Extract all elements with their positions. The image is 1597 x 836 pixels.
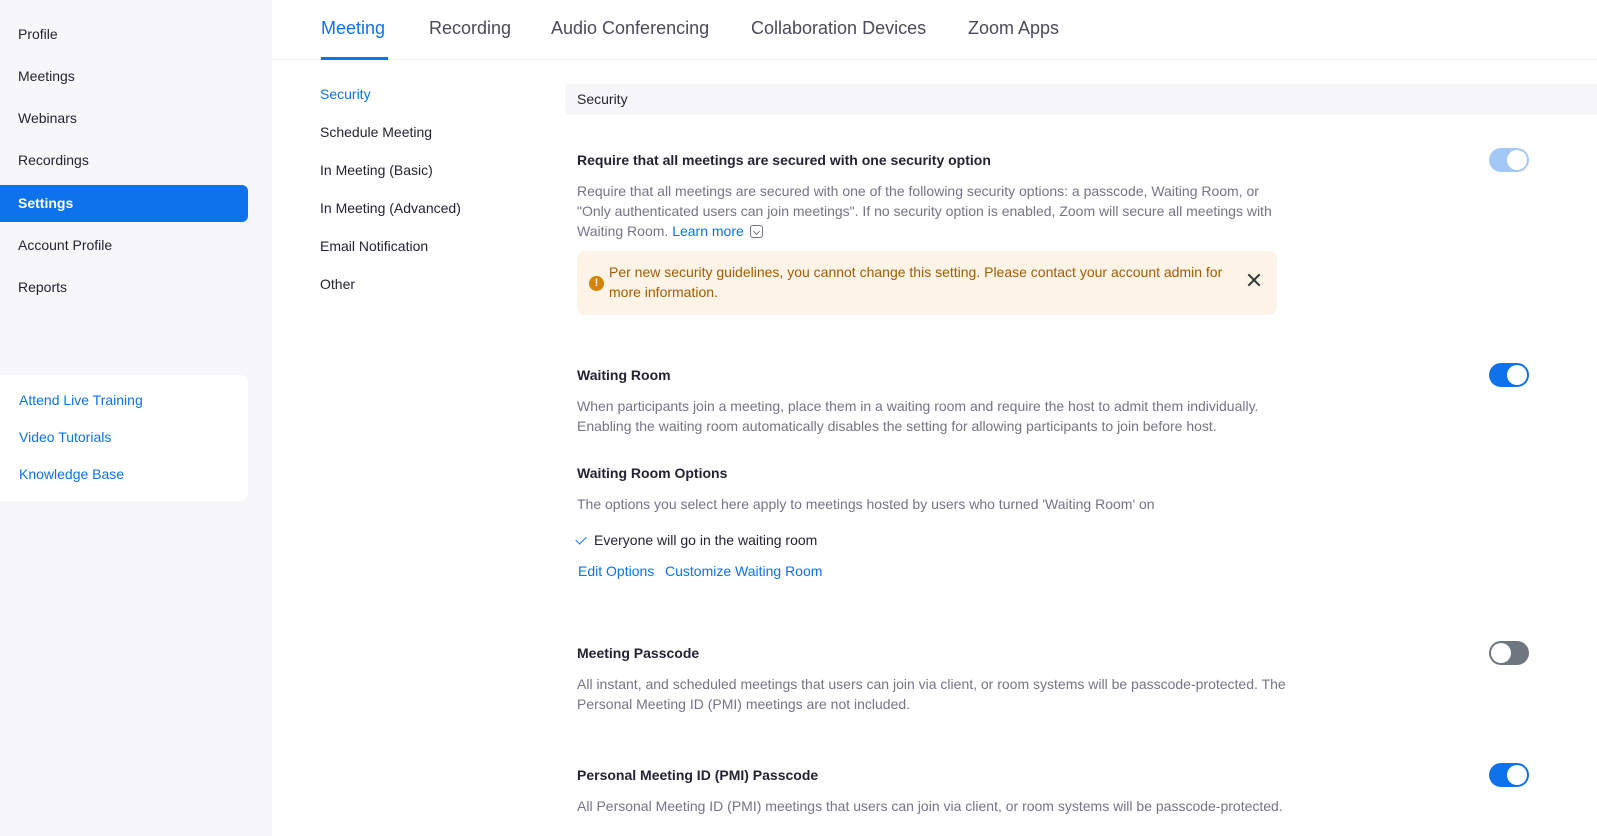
meeting-passcode-title: Meeting Passcode — [577, 645, 700, 661]
meeting-passcode-toggle[interactable] — [1489, 641, 1529, 665]
subnav-email-notification[interactable]: Email Notification — [320, 238, 428, 254]
warning-text: Per new security guidelines, you cannot … — [609, 264, 1223, 300]
waiting-room-description: When participants join a meeting, place … — [577, 398, 1259, 434]
require-secure-toggle[interactable] — [1489, 148, 1529, 172]
help-links-panel: Attend Live Training Video Tutorials Kno… — [0, 375, 248, 501]
knowledge-base-link[interactable]: Knowledge Base — [19, 466, 124, 482]
subnav-other[interactable]: Other — [320, 276, 355, 292]
close-icon[interactable] — [1247, 273, 1261, 287]
sidebar-item-recordings[interactable]: Recordings — [0, 142, 248, 179]
learn-more-link[interactable]: Learn more — [672, 223, 744, 239]
subnav-in-meeting-advanced[interactable]: In Meeting (Advanced) — [320, 200, 461, 216]
meeting-passcode-description: All instant, and scheduled meetings that… — [577, 676, 1286, 712]
tab-zoom-apps[interactable]: Zoom Apps — [968, 18, 1059, 39]
attend-live-training-link[interactable]: Attend Live Training — [19, 392, 143, 408]
waiting-room-title: Waiting Room — [577, 367, 671, 383]
pmi-passcode-description: All Personal Meeting ID (PMI) meetings t… — [577, 798, 1283, 814]
subnav-in-meeting-basic[interactable]: In Meeting (Basic) — [320, 162, 433, 178]
toggle-knob — [1491, 643, 1511, 663]
subnav-schedule-meeting[interactable]: Schedule Meeting — [320, 124, 432, 140]
tab-meeting[interactable]: Meeting — [321, 18, 385, 39]
subnav-security[interactable]: Security — [320, 86, 371, 102]
tab-audio-conferencing[interactable]: Audio Conferencing — [551, 18, 709, 39]
require-secure-title: Require that all meetings are secured wi… — [577, 152, 991, 168]
sidebar-item-profile[interactable]: Profile — [0, 16, 248, 53]
toggle-knob — [1507, 765, 1527, 785]
pmi-passcode-toggle[interactable] — [1489, 763, 1529, 787]
selected-option-label: Everyone will go in the waiting room — [594, 532, 818, 548]
sidebar-item-account-profile[interactable]: Account Profile — [0, 227, 248, 264]
sidebar-item-settings[interactable]: Settings — [0, 185, 248, 222]
security-warning-banner: ! Per new security guidelines, you canno… — [577, 251, 1277, 315]
section-header-security: Security — [565, 84, 1597, 115]
waiting-room-options-title: Waiting Room Options — [577, 465, 728, 481]
sidebar-item-webinars[interactable]: Webinars — [0, 100, 248, 137]
sidebar-item-reports[interactable]: Reports — [0, 269, 248, 306]
video-tutorials-link[interactable]: Video Tutorials — [19, 429, 111, 445]
waiting-room-toggle[interactable] — [1489, 363, 1529, 387]
tab-recording[interactable]: Recording — [429, 18, 511, 39]
waiting-room-options-description: The options you select here apply to mee… — [577, 496, 1155, 512]
toggle-knob — [1507, 365, 1527, 385]
sidebar-item-meetings[interactable]: Meetings — [0, 58, 248, 95]
edit-options-link[interactable]: Edit Options — [578, 563, 654, 579]
warning-icon: ! — [589, 276, 604, 291]
active-tab-indicator — [321, 57, 388, 60]
tab-collaboration-devices[interactable]: Collaboration Devices — [751, 18, 926, 39]
dropdown-info-icon[interactable] — [749, 225, 763, 238]
waiting-room-selected-option: Everyone will go in the waiting room — [575, 532, 818, 548]
check-icon — [575, 533, 587, 545]
customize-waiting-room-link[interactable]: Customize Waiting Room — [665, 563, 822, 579]
require-secure-description: Require that all meetings are secured wi… — [577, 181, 1277, 241]
toggle-knob — [1507, 150, 1527, 170]
pmi-passcode-title: Personal Meeting ID (PMI) Passcode — [577, 767, 819, 783]
left-sidebar: Profile Meetings Webinars Recordings Set… — [0, 0, 272, 836]
